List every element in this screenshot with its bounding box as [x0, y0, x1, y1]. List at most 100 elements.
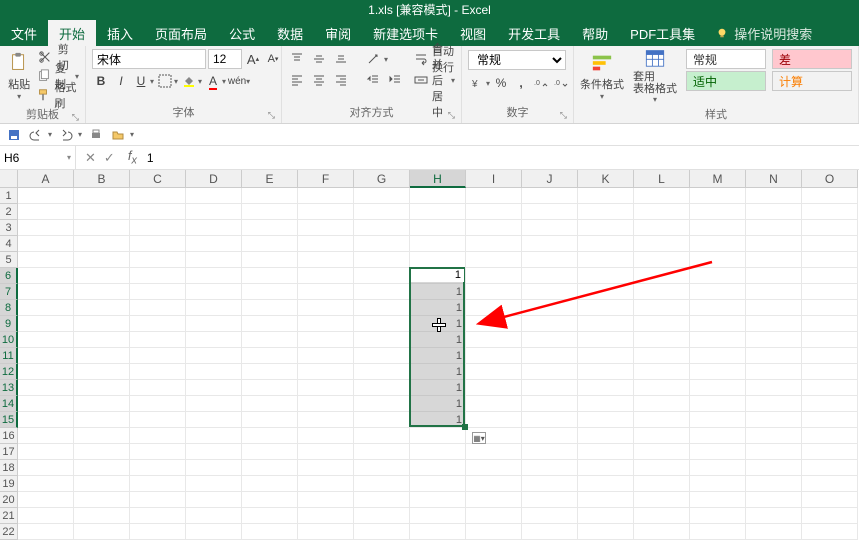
- cell[interactable]: [522, 364, 578, 380]
- row-header[interactable]: 19: [0, 476, 18, 492]
- tab-数据[interactable]: 数据: [266, 20, 314, 46]
- cell[interactable]: [634, 476, 690, 492]
- cell[interactable]: [298, 236, 354, 252]
- cell[interactable]: [186, 460, 242, 476]
- cell[interactable]: [242, 348, 298, 364]
- cell[interactable]: [466, 476, 522, 492]
- cell[interactable]: [690, 524, 746, 540]
- cell[interactable]: [242, 428, 298, 444]
- cell[interactable]: [802, 268, 858, 284]
- cell[interactable]: [522, 236, 578, 252]
- row-header[interactable]: 22: [0, 524, 18, 540]
- increase-indent-button[interactable]: [386, 71, 404, 89]
- cell[interactable]: [74, 348, 130, 364]
- cell[interactable]: [242, 380, 298, 396]
- cell[interactable]: [186, 204, 242, 220]
- column-header[interactable]: M: [690, 170, 746, 188]
- cell[interactable]: [578, 300, 634, 316]
- cell[interactable]: [578, 444, 634, 460]
- cell[interactable]: [578, 348, 634, 364]
- cell[interactable]: [466, 220, 522, 236]
- cell[interactable]: [634, 252, 690, 268]
- cell[interactable]: [634, 460, 690, 476]
- row-header[interactable]: 5: [0, 252, 18, 268]
- cell[interactable]: [522, 220, 578, 236]
- cell[interactable]: [578, 252, 634, 268]
- cell[interactable]: [578, 188, 634, 204]
- tab-帮助[interactable]: 帮助: [571, 20, 619, 46]
- cell[interactable]: [746, 428, 802, 444]
- cell[interactable]: [242, 444, 298, 460]
- cell[interactable]: [242, 316, 298, 332]
- undo-button[interactable]: [28, 127, 44, 143]
- cell[interactable]: [578, 332, 634, 348]
- cell[interactable]: [746, 316, 802, 332]
- cell[interactable]: [690, 268, 746, 284]
- cell[interactable]: [74, 428, 130, 444]
- cell[interactable]: [410, 188, 466, 204]
- cell[interactable]: [746, 460, 802, 476]
- fx-icon[interactable]: fx: [124, 148, 141, 167]
- cell[interactable]: [242, 460, 298, 476]
- cell[interactable]: [130, 332, 186, 348]
- cell[interactable]: 1: [410, 268, 466, 284]
- cell[interactable]: [18, 524, 74, 540]
- cell[interactable]: [746, 332, 802, 348]
- align-left-button[interactable]: [288, 71, 306, 89]
- cell[interactable]: [802, 364, 858, 380]
- align-center-button[interactable]: [310, 71, 328, 89]
- cell[interactable]: [466, 300, 522, 316]
- cell[interactable]: [690, 252, 746, 268]
- cell[interactable]: [18, 444, 74, 460]
- dialog-launcher-icon[interactable]: ⤡: [448, 110, 455, 121]
- cell[interactable]: [466, 268, 522, 284]
- cell[interactable]: [410, 252, 466, 268]
- cell[interactable]: [18, 204, 74, 220]
- cell[interactable]: [74, 220, 130, 236]
- cell[interactable]: [74, 460, 130, 476]
- cell[interactable]: [634, 508, 690, 524]
- cell[interactable]: [802, 316, 858, 332]
- cell[interactable]: [522, 204, 578, 220]
- cell[interactable]: [130, 508, 186, 524]
- cell[interactable]: [298, 444, 354, 460]
- cell[interactable]: [578, 524, 634, 540]
- row-header[interactable]: 2: [0, 204, 18, 220]
- row-header[interactable]: 7: [0, 284, 18, 300]
- cell[interactable]: [690, 204, 746, 220]
- cell[interactable]: [130, 252, 186, 268]
- cell[interactable]: [410, 492, 466, 508]
- cell[interactable]: [578, 508, 634, 524]
- cell[interactable]: [18, 252, 74, 268]
- dialog-launcher-icon[interactable]: ⤡: [560, 110, 567, 121]
- column-header[interactable]: I: [466, 170, 522, 188]
- cell[interactable]: [242, 476, 298, 492]
- comma-button[interactable]: ,: [512, 74, 530, 92]
- cell[interactable]: [186, 300, 242, 316]
- cell[interactable]: [746, 380, 802, 396]
- cell[interactable]: [410, 524, 466, 540]
- cell[interactable]: [690, 236, 746, 252]
- cell[interactable]: [578, 460, 634, 476]
- column-header[interactable]: A: [18, 170, 74, 188]
- cell[interactable]: [354, 524, 410, 540]
- cell[interactable]: [242, 300, 298, 316]
- increase-decimal-button[interactable]: .0: [532, 74, 550, 92]
- cell[interactable]: [74, 508, 130, 524]
- cell[interactable]: [578, 236, 634, 252]
- cell[interactable]: [802, 348, 858, 364]
- cell[interactable]: [410, 428, 466, 444]
- cell[interactable]: [522, 348, 578, 364]
- cell[interactable]: [74, 396, 130, 412]
- cell[interactable]: [186, 332, 242, 348]
- redo-button[interactable]: [58, 127, 74, 143]
- cell[interactable]: [130, 300, 186, 316]
- cell[interactable]: [522, 332, 578, 348]
- column-header[interactable]: E: [242, 170, 298, 188]
- cell[interactable]: [410, 476, 466, 492]
- cell[interactable]: [802, 300, 858, 316]
- cell[interactable]: [746, 188, 802, 204]
- cell[interactable]: [522, 300, 578, 316]
- row-header[interactable]: 12: [0, 364, 18, 380]
- column-header[interactable]: D: [186, 170, 242, 188]
